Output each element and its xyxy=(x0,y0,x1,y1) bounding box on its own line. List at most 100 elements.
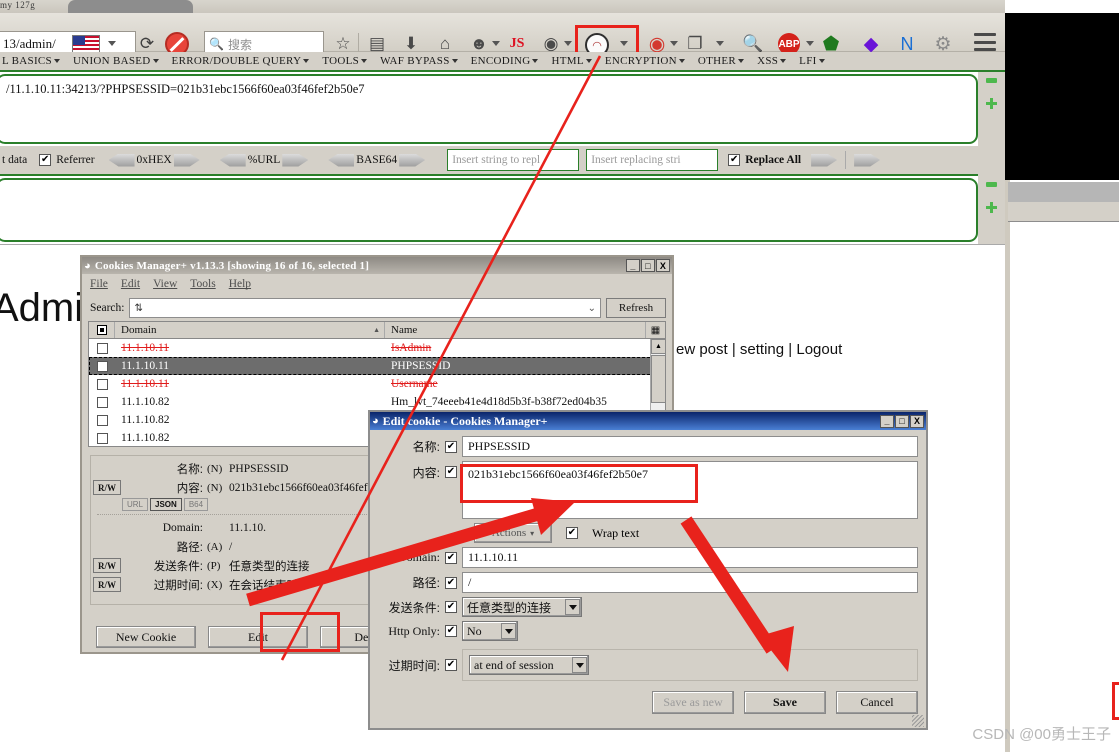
page-nav-links[interactable]: ew post | setting | Logout xyxy=(676,341,842,358)
column-config-icon[interactable]: ▦ xyxy=(645,322,665,338)
save-as-new-button[interactable]: Save as new xyxy=(652,691,734,714)
hackbar-menu-item-6[interactable]: HTML xyxy=(551,55,592,67)
content-rw-button[interactable]: R/W xyxy=(93,480,121,495)
json-encoder-button[interactable]: JSON xyxy=(150,498,182,511)
refresh-button[interactable]: Refresh xyxy=(606,298,666,318)
maximize-button[interactable]: □ xyxy=(641,259,655,272)
hackbar-menu-item-7[interactable]: ENCRYPTION xyxy=(605,55,685,67)
tab-previous-label[interactable]: my 127g xyxy=(0,0,35,10)
edit-send-checkbox[interactable]: ✔ xyxy=(445,601,457,613)
table-row[interactable]: 11.1.10.82 Hm_lvt_74eeeb41e4d18d5b3f-b38… xyxy=(89,393,665,411)
edit-cookie-titlebar[interactable]: ◕ Edit cookie - Cookies Manager+ _ □ X xyxy=(370,412,926,430)
maximize-button[interactable]: □ xyxy=(895,414,909,428)
edit-path-input[interactable]: / xyxy=(462,572,918,593)
url-shrink-icon[interactable] xyxy=(986,78,997,83)
browser-menu-button[interactable] xyxy=(974,33,996,51)
actions-button[interactable]: Actions ▾ xyxy=(474,523,552,543)
row-checkbox[interactable] xyxy=(89,414,115,426)
hackbar-menu-item-9[interactable]: XSS xyxy=(757,55,787,67)
hackbar-post-textarea[interactable] xyxy=(0,178,978,242)
hackbar-menu-item-2[interactable]: ERROR/DOUBLE QUERY xyxy=(172,55,310,67)
ghost-dropdown-icon[interactable] xyxy=(492,41,500,46)
edit-content-checkbox[interactable]: ✔ xyxy=(445,466,457,478)
row-checkbox[interactable] xyxy=(89,342,115,354)
column-header-domain[interactable]: Domain ▲ xyxy=(115,322,385,338)
replace-string-input[interactable]: Insert replacing stri xyxy=(586,149,719,171)
hackbar-menu-item-1[interactable]: UNION BASED xyxy=(73,55,159,67)
edit-path-checkbox[interactable]: ✔ xyxy=(445,576,457,589)
menu-edit[interactable]: Edit xyxy=(121,278,140,290)
url-decode-button[interactable] xyxy=(219,153,246,167)
close-button[interactable]: X xyxy=(656,259,670,272)
send-rw-button[interactable]: R/W xyxy=(93,558,121,573)
edit-httponly-select[interactable]: No xyxy=(462,621,518,641)
menu-tools[interactable]: Tools xyxy=(190,278,215,290)
cookies-manager-titlebar[interactable]: ◕ Cookies Manager+ v1.13.3 [showing 16 o… xyxy=(82,257,672,274)
select-all-checkbox[interactable] xyxy=(89,322,115,338)
url-encode-button[interactable] xyxy=(282,153,309,167)
hackbar-menu-item-0[interactable]: L BASICS xyxy=(2,55,60,67)
url-grow-icon[interactable] xyxy=(986,98,997,109)
new-cookie-button[interactable]: New Cookie xyxy=(96,626,196,648)
referrer-checkbox[interactable]: ✔ xyxy=(39,154,52,166)
edit-domain-checkbox[interactable]: ✔ xyxy=(445,551,457,564)
post-shrink-icon[interactable] xyxy=(986,182,997,187)
minimize-button[interactable]: _ xyxy=(880,414,894,428)
menu-file[interactable]: File xyxy=(90,278,108,290)
red-extension-dropdown-icon[interactable] xyxy=(670,41,678,46)
post-grow-icon[interactable] xyxy=(986,202,997,213)
hackbar-menu-item-3[interactable]: TOOLS xyxy=(322,55,368,67)
edit-expire-checkbox[interactable]: ✔ xyxy=(445,659,457,671)
replace-apply-button[interactable] xyxy=(811,153,838,167)
find-string-input[interactable]: Insert string to repl xyxy=(447,149,580,171)
hackbar-menu-item-8[interactable]: OTHER xyxy=(698,55,745,67)
replace-execute-button[interactable] xyxy=(854,153,881,167)
menu-help[interactable]: Help xyxy=(229,278,251,290)
row-checkbox[interactable] xyxy=(89,432,115,444)
row-checkbox[interactable] xyxy=(89,396,115,408)
column-header-name[interactable]: Name xyxy=(385,324,645,336)
base64-encoder-button[interactable]: B64 xyxy=(183,498,209,511)
scrollbar-thumb[interactable] xyxy=(651,355,665,403)
chevron-down-icon[interactable]: ⌄ xyxy=(588,303,596,314)
hex-decode-button[interactable] xyxy=(108,153,135,167)
wrap-text-checkbox[interactable]: ✔ xyxy=(566,527,578,539)
row-checkbox[interactable] xyxy=(89,378,115,390)
hackbar-url-textarea[interactable]: /11.1.10.11:34213/?PHPSESSID=021b31ebc15… xyxy=(0,74,978,144)
abp-dropdown-icon[interactable] xyxy=(806,41,814,46)
cookies-search-input[interactable]: ⇅ ⌄ xyxy=(129,298,601,318)
chrome-dropdown-icon[interactable] xyxy=(564,41,572,46)
table-row[interactable]: 11.1.10.11 Username xyxy=(89,375,665,393)
edit-expire-select[interactable]: at end of session xyxy=(469,655,589,675)
chevron-down-icon[interactable] xyxy=(108,41,116,46)
edit-name-input[interactable]: PHPSESSID xyxy=(462,436,918,457)
replace-all-checkbox[interactable]: ✔ xyxy=(728,154,741,166)
table-row[interactable]: 11.1.10.11 IsAdmin xyxy=(89,339,665,357)
table-row[interactable]: ✔ 11.1.10.11 PHPSESSID xyxy=(89,357,665,375)
minimize-button[interactable]: _ xyxy=(626,259,640,272)
tab-active[interactable] xyxy=(68,0,193,14)
base64-encode-button[interactable] xyxy=(399,153,426,167)
copy-dropdown-icon[interactable] xyxy=(716,41,724,46)
save-button[interactable]: Save xyxy=(744,691,826,714)
row-checkbox[interactable]: ✔ xyxy=(89,360,115,372)
menu-view[interactable]: View xyxy=(153,278,177,290)
cookie-dropdown-icon[interactable] xyxy=(620,41,628,46)
hex-label: 0xHEX xyxy=(136,154,172,166)
base64-decode-button[interactable] xyxy=(328,153,355,167)
close-button[interactable]: X xyxy=(910,414,924,428)
hackbar-menu-item-10[interactable]: LFI xyxy=(799,55,825,67)
hackbar-menu-item-4[interactable]: WAF BYPASS xyxy=(380,55,458,67)
scroll-up-icon[interactable]: ▲ xyxy=(651,339,665,354)
hex-encode-button[interactable] xyxy=(173,153,200,167)
url-encoder-button[interactable]: URL xyxy=(122,498,149,511)
edit-httponly-checkbox[interactable]: ✔ xyxy=(445,625,457,637)
cancel-button[interactable]: Cancel xyxy=(836,691,918,714)
hackbar-menu-item-5[interactable]: ENCODING xyxy=(471,55,539,67)
edit-name-checkbox[interactable]: ✔ xyxy=(445,440,457,453)
edit-domain-input[interactable]: 11.1.10.11 xyxy=(462,547,918,568)
expire-rw-button[interactable]: R/W xyxy=(93,577,121,592)
edit-expire-value: at end of session xyxy=(474,657,554,672)
edit-send-select[interactable]: 任意类型的连接 xyxy=(462,597,582,617)
resize-grip[interactable] xyxy=(912,715,924,727)
